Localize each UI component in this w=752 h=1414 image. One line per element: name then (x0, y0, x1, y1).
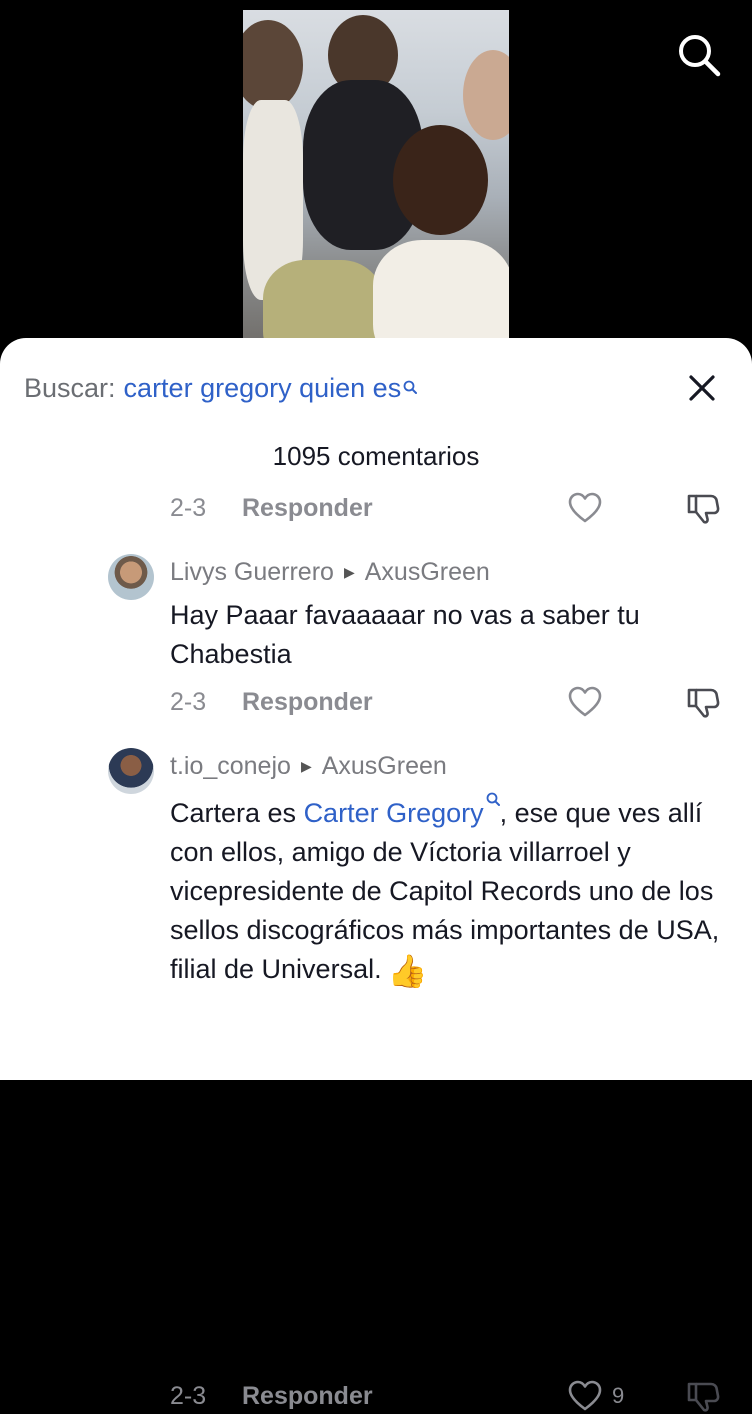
comment-text-before: Cartera es (170, 798, 304, 828)
comment-username[interactable]: Livys Guerrero (170, 558, 334, 587)
search-label: Buscar: (24, 372, 116, 403)
person-figure (243, 20, 303, 110)
carter-gregory-link[interactable]: Carter Gregory (304, 798, 484, 828)
comment-username[interactable]: t.io_conejo (170, 752, 291, 781)
search-suggestion[interactable]: Buscar: carter gregory quien es (24, 368, 418, 408)
dislike-icon[interactable] (685, 1378, 721, 1414)
search-suggest-icon (403, 380, 418, 394)
reply-button[interactable]: Responder (242, 490, 373, 526)
play-arrow-icon: ▶ (343, 563, 355, 580)
comment-user-line: t.io_conejo ▶ AxusGreen (170, 748, 447, 784)
avatar[interactable] (108, 554, 154, 600)
comment-text: Hay Paaar favaaaaar no vas a saber tu Ch… (170, 600, 640, 669)
video-thumbnail[interactable] (243, 10, 509, 350)
person-figure (393, 125, 488, 235)
reply-to-username[interactable]: AxusGreen (322, 752, 447, 781)
comments-sheet: Buscar: carter gregory quien es 1095 com… (0, 338, 752, 1412)
heart-outline-icon[interactable] (568, 1380, 602, 1412)
comment-text: Cartera es Carter Gregory , ese que ves … (170, 792, 720, 991)
avatar[interactable] (108, 748, 154, 794)
search-suggest-icon (486, 792, 500, 806)
close-icon[interactable] (686, 372, 718, 404)
person-figure (463, 50, 509, 140)
search-query-link[interactable]: carter gregory quien es (124, 373, 402, 404)
comment-user-line: Livys Guerrero ▶ AxusGreen (170, 554, 490, 590)
comment-date: 2-3 (170, 494, 207, 522)
person-figure (373, 240, 509, 350)
like-count: 9 (612, 1383, 625, 1408)
comment-meta-row: 2-3 Responder 9 (170, 1378, 730, 1414)
reply-button[interactable]: Responder (242, 1378, 373, 1414)
comment-meta-row: 2-3 Responder (170, 684, 730, 720)
play-arrow-icon: ▶ (300, 757, 312, 774)
heart-outline-icon[interactable] (568, 492, 602, 524)
reply-button[interactable]: Responder (242, 684, 373, 720)
person-figure (263, 260, 383, 350)
search-icon[interactable] (676, 32, 722, 78)
reply-to-username[interactable]: AxusGreen (365, 558, 490, 587)
comment-date: 2-3 (170, 688, 207, 716)
comment-meta-row: 2-3 Responder (170, 490, 730, 526)
comment-date: 2-3 (170, 1382, 207, 1410)
comments-count: 1095 comentarios (272, 441, 480, 471)
heart-outline-icon[interactable] (568, 686, 602, 718)
video-area[interactable] (0, 0, 752, 380)
dislike-icon[interactable] (685, 490, 721, 526)
thumbs-up-emoji: 👍 (387, 953, 428, 989)
dislike-icon[interactable] (685, 684, 721, 720)
